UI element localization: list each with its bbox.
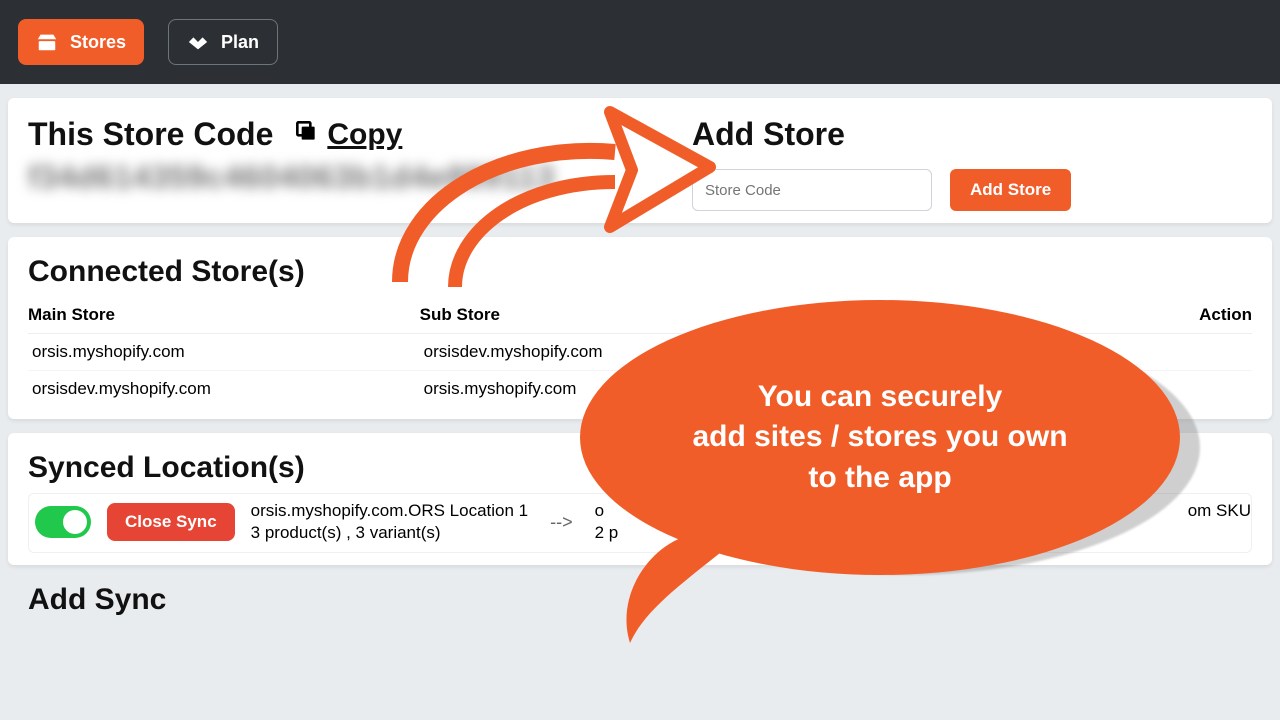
nav-stores-tab[interactable]: Stores	[18, 19, 144, 65]
sync-left-info: orsis.myshopify.com.ORS Location 1 3 pro…	[251, 500, 528, 544]
add-store-button[interactable]: Add Store	[950, 169, 1071, 211]
nav-plan-tab[interactable]: Plan	[168, 19, 278, 65]
store-icon	[36, 31, 58, 53]
nav-stores-label: Stores	[70, 32, 126, 53]
handshake-icon	[187, 31, 209, 53]
store-code-title: This Store Code	[28, 116, 273, 153]
close-sync-button[interactable]: Close Sync	[107, 503, 235, 541]
copy-icon	[293, 118, 319, 152]
nav-plan-label: Plan	[221, 32, 259, 53]
arrow-text: -->	[544, 512, 579, 533]
th-main: Main Store	[28, 297, 420, 334]
info-bubble: You can securely add sites / stores you …	[580, 300, 1180, 575]
bubble-tail-icon	[620, 535, 760, 645]
topbar: Stores Plan	[0, 0, 1280, 84]
sync-toggle[interactable]	[35, 506, 91, 538]
arrow-icon	[370, 92, 730, 297]
sync-right-end: om SKU	[1188, 500, 1251, 544]
